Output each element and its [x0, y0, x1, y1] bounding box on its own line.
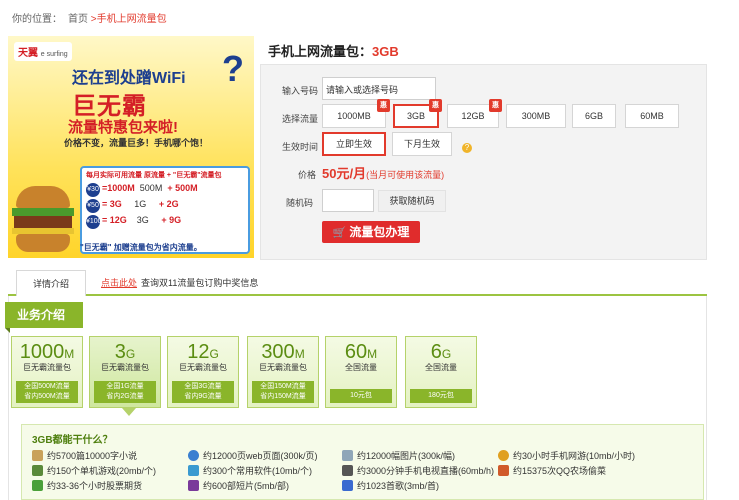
package-card-12g[interactable]: 12G 巨无霸流量包 全国3G流量 省内9G流量: [167, 336, 239, 408]
package-card-300m[interactable]: 300M 巨无霸流量包 全国150M流量 省内150M流量: [247, 336, 319, 408]
usage-item: 约1023首歌(3mb/首): [342, 479, 439, 492]
farm-icon: [498, 465, 509, 476]
tab-bar: 详情介绍 点击此处 查询双11流量包订购中奖信息: [8, 268, 707, 296]
game-face-icon: [498, 450, 509, 461]
picture-icon: [342, 450, 353, 461]
banner-table-row: ¥50 = 3G 1G + 2G: [82, 198, 248, 214]
film-icon: [188, 480, 199, 491]
usage-item: 约150个单机游戏(20mb/个): [32, 464, 156, 477]
package-card-60m[interactable]: 60M 全国流量 10元包: [325, 336, 397, 408]
usage-item: 约3000分钟手机电视直播(60mb/h): [342, 464, 494, 477]
effect-label: 生效时间: [282, 142, 319, 152]
banner-table-row: ¥30 =1000M 500M + 500M: [82, 182, 248, 198]
phone-label: 输入号码: [282, 86, 319, 96]
banner-table-head: 每月实际可用流量 原流量 + "巨无霸"流量包: [86, 172, 222, 179]
banner-tagline: 价格不变，流量巨多！手机哪个饱！: [64, 138, 209, 148]
usage-item: 约30小时手机网游(10mb/小时): [498, 449, 635, 462]
price-label: 价格: [298, 170, 317, 180]
help-icon[interactable]: ?: [462, 143, 472, 153]
flow-option-60mb[interactable]: 60MB: [625, 104, 679, 128]
click-here-link[interactable]: 点击此处: [101, 278, 137, 288]
promo-banner[interactable]: 天翼 e surfing 还在到处蹭WiFi ? 巨无霸 流量特惠包来啦! 价格…: [8, 36, 254, 258]
page-title: 手机上网流量包：3GB: [268, 44, 399, 59]
price-note: (当月可使用该流量): [366, 170, 445, 180]
breadcrumb-current: >手机上网流量包: [90, 14, 167, 25]
get-captcha-button[interactable]: 获取随机码: [378, 190, 446, 212]
globe-icon: [188, 450, 199, 461]
book-icon: [32, 450, 43, 461]
phone-input[interactable]: 请输入或选择号码: [322, 77, 436, 100]
usage-item: 约12000页web页面(300k/页): [188, 449, 318, 462]
discount-badge-icon: 惠: [489, 99, 502, 112]
effect-option-next-month[interactable]: 下月生效: [392, 132, 452, 156]
breadcrumb-home-link[interactable]: 首页: [68, 14, 88, 25]
usage-item: 约300个常用软件(10mb/个): [188, 464, 312, 477]
software-icon: [188, 465, 199, 476]
usage-question: 3GB都能干什么？: [32, 435, 113, 446]
package-card-6g[interactable]: 6G 全国流量 180元包: [405, 336, 477, 408]
banner-subtitle: 流量特惠包来啦!: [68, 119, 178, 136]
usage-item: 约600部短片(5mb/部): [188, 479, 289, 492]
banner-flow-table: 每月实际可用流量 原流量 + "巨无霸"流量包 ¥30 =1000M 500M +…: [80, 166, 250, 254]
cart-icon: 🛒: [332, 227, 347, 239]
intro-section: 业务介绍 1000M 巨无霸流量包 全国500M流量 省内500M流量 3G 巨无…: [5, 296, 707, 500]
usage-examples: 3GB都能干什么？ 约5700篇10000字小说 约12000页web页面(30…: [21, 424, 704, 500]
tianyi-logo: 天翼 e surfing: [14, 42, 72, 61]
banner-footnote: "巨无霸" 加赠流量包为省内流量。: [80, 243, 202, 252]
captcha-label: 随机码: [286, 198, 314, 208]
flow-label: 选择流量: [282, 114, 319, 124]
captcha-input[interactable]: [322, 189, 374, 212]
order-button[interactable]: 🛒 流量包办理: [322, 221, 420, 243]
gamepad-icon: [32, 465, 43, 476]
question-mark-graphic: ?: [222, 48, 244, 89]
music-note-icon: [342, 480, 353, 491]
discount-badge-icon: 惠: [377, 99, 390, 112]
flow-option-300mb[interactable]: 300MB: [506, 104, 566, 128]
tab-notice: 点击此处 查询双11流量包订购中奖信息: [101, 278, 259, 288]
tv-icon: [342, 465, 353, 476]
tab-details[interactable]: 详情介绍: [16, 270, 86, 296]
burger-icon: [12, 186, 74, 256]
flow-option-6gb[interactable]: 6GB: [572, 104, 616, 128]
package-card-1000m[interactable]: 1000M 巨无霸流量包 全国500M流量 省内500M流量: [11, 336, 83, 408]
package-card-3g[interactable]: 3G 巨无霸流量包 全国1G流量 省内2G流量: [89, 336, 161, 408]
stock-icon: [32, 480, 43, 491]
banner-table-row: ¥100= 12G 3G + 9G: [82, 214, 248, 230]
breadcrumb: 你的位置： 首页 >手机上网流量包: [12, 10, 167, 25]
usage-item: 约12000幅图片(300k/幅): [342, 449, 455, 462]
effect-option-now[interactable]: 立即生效: [322, 132, 386, 156]
usage-item: 约5700篇10000字小说: [32, 449, 137, 462]
discount-badge-icon: 惠: [429, 99, 442, 112]
usage-item: 约33-36个小时股票期货: [32, 479, 142, 492]
selected-card-pointer: [122, 408, 136, 416]
breadcrumb-prefix: 你的位置：: [12, 14, 62, 25]
section-header: 业务介绍: [5, 302, 83, 333]
banner-headline: 还在到处蹭WiFi: [72, 70, 186, 87]
price-value: 50元/月(当月可使用该流量): [322, 166, 445, 181]
usage-item: 约15375次QQ农场偷菜: [498, 464, 606, 477]
